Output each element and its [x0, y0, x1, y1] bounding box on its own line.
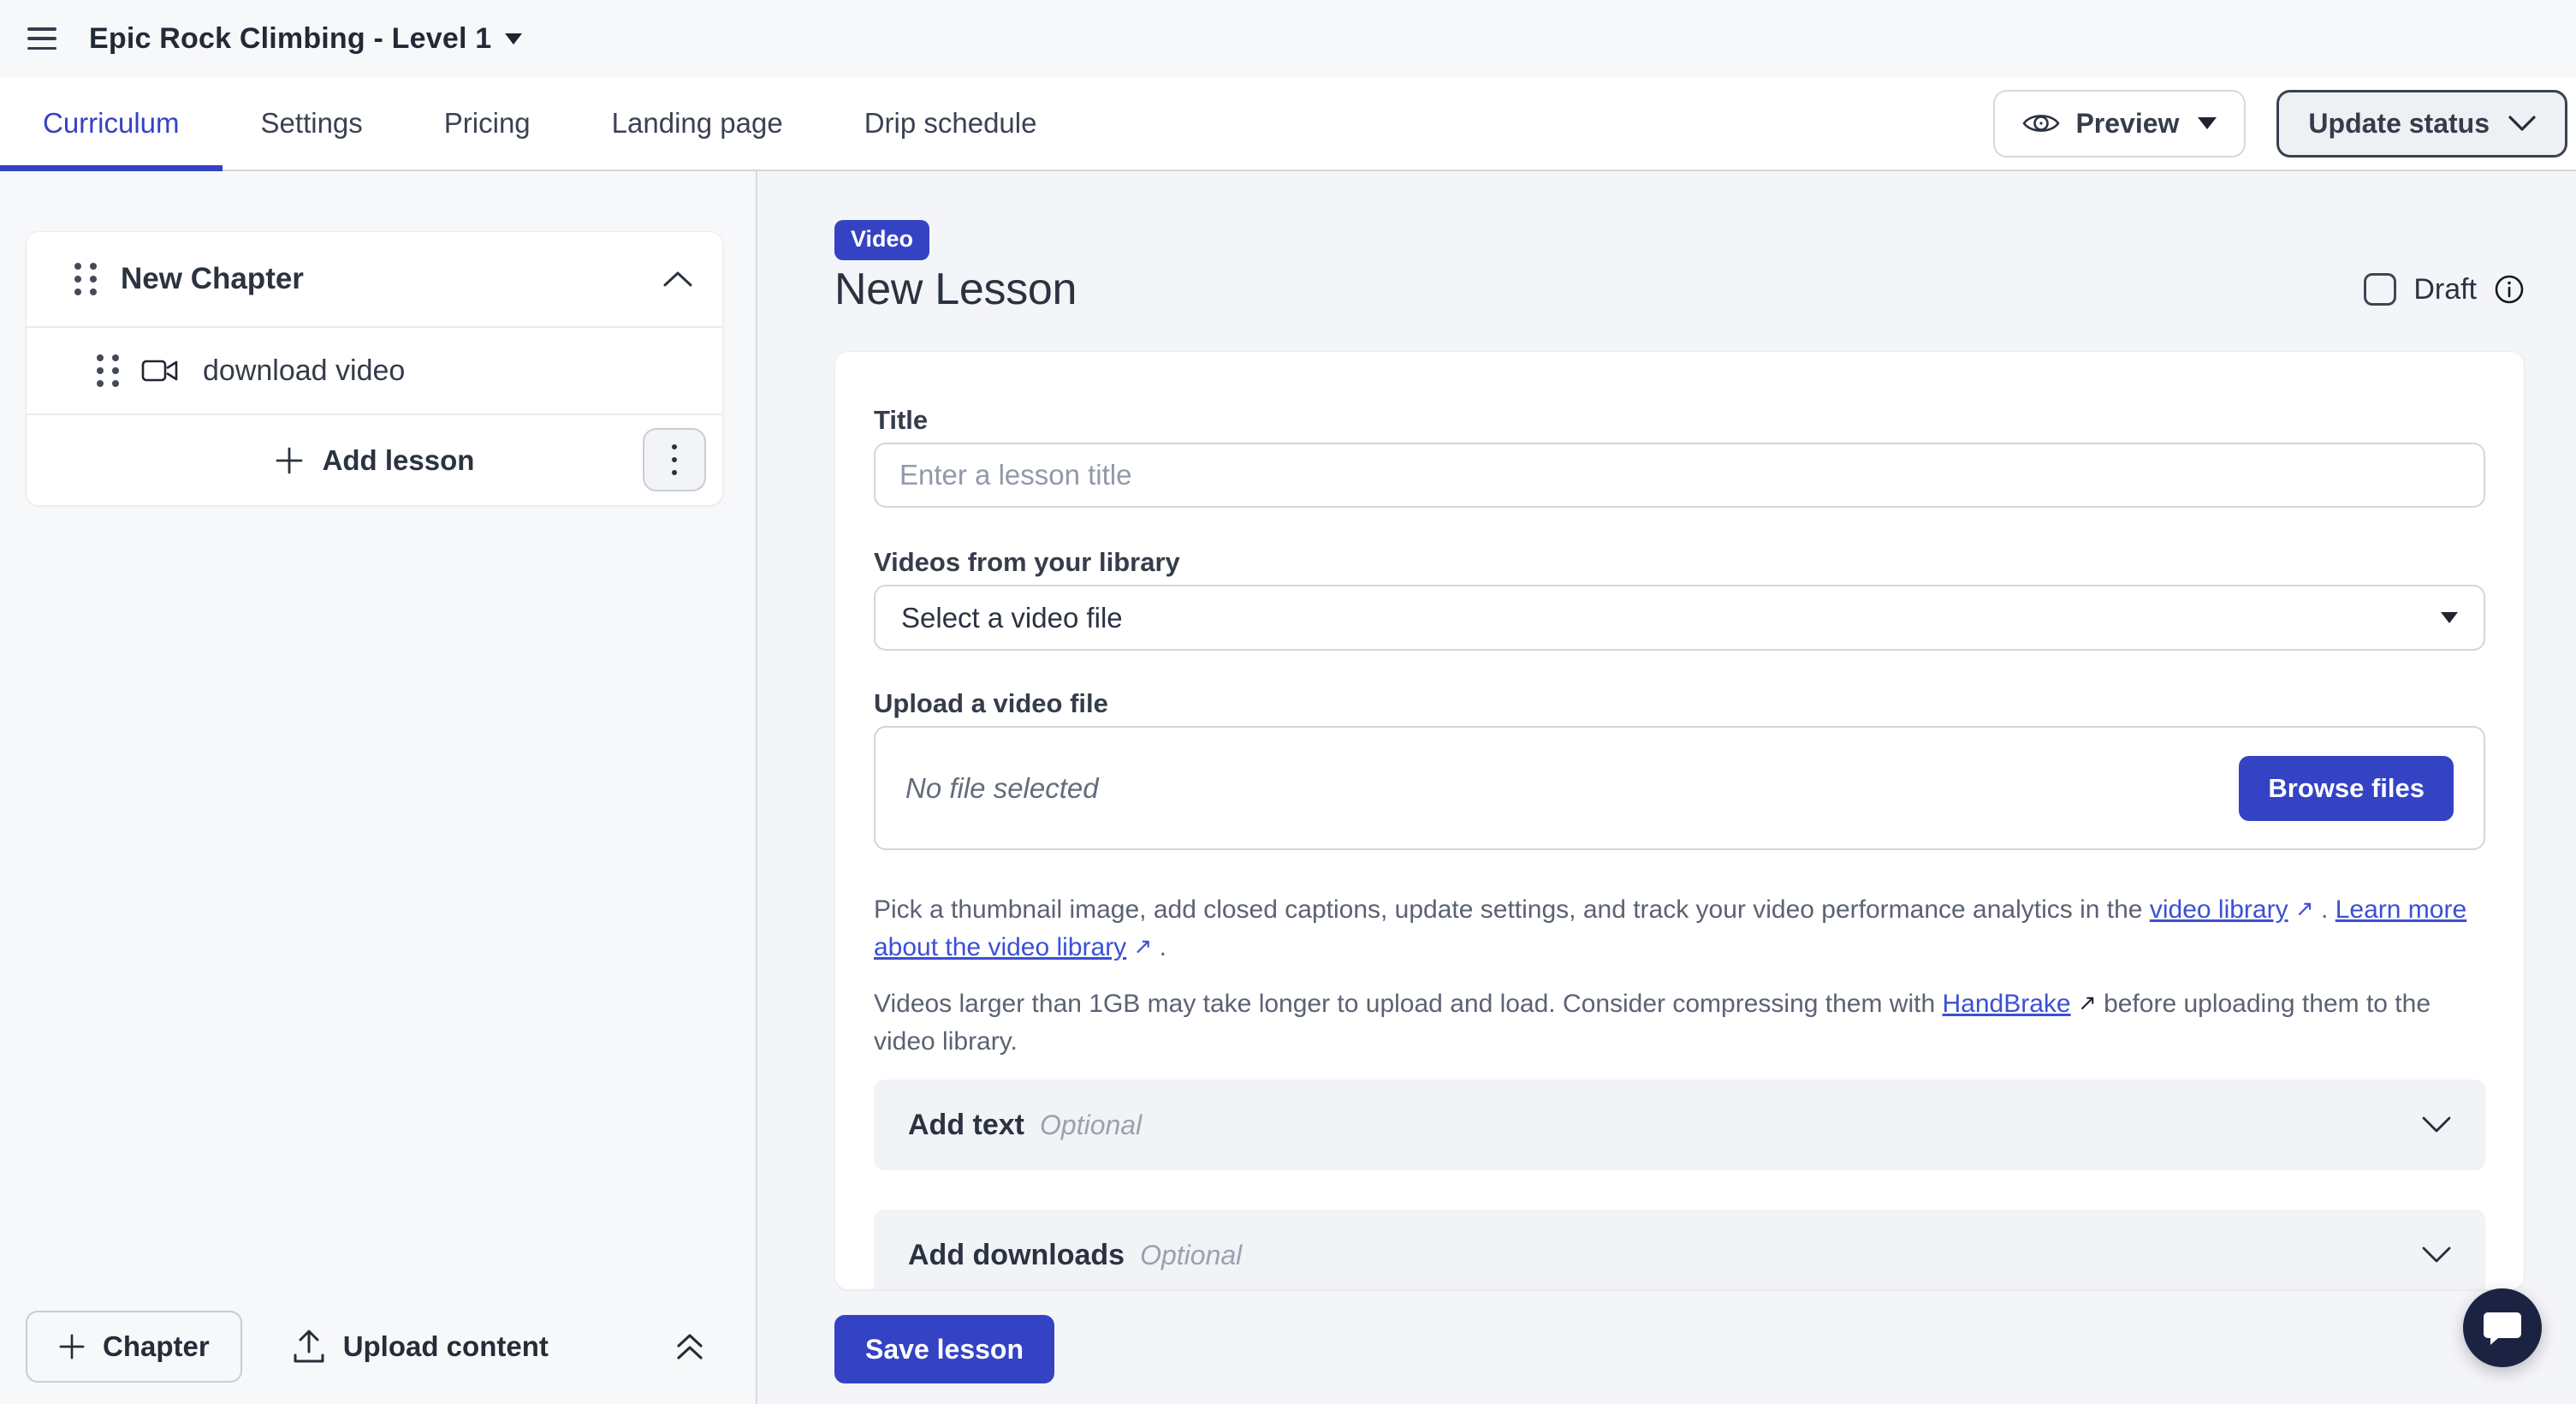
browse-files-button[interactable]: Browse files [2239, 756, 2454, 821]
tab-curriculum[interactable]: Curriculum [43, 107, 180, 140]
curriculum-sidebar: New Chapter download video [0, 171, 757, 1404]
draft-toggle-group: Draft [2364, 273, 2525, 306]
select-caret-icon [2441, 612, 2458, 623]
optional-tag: Optional [1040, 1110, 1142, 1141]
compression-help-text: Videos larger than 1GB may take longer t… [874, 985, 2485, 1061]
tab-bar: Curriculum Settings Pricing Landing page… [0, 77, 2576, 171]
active-tab-underline [0, 165, 223, 171]
course-switcher-caret-icon[interactable] [505, 33, 522, 45]
plus-icon [58, 1333, 86, 1360]
drag-handle-icon[interactable] [74, 263, 97, 295]
eye-icon [2022, 110, 2060, 137]
hamburger-menu-icon[interactable] [27, 27, 56, 50]
draft-checkbox[interactable] [2364, 273, 2396, 306]
collapse-all-icon[interactable] [674, 1330, 706, 1363]
add-lesson-button[interactable]: Add lesson [323, 444, 475, 477]
video-library-select[interactable]: Select a video file [874, 585, 2485, 651]
chat-widget-button[interactable] [2463, 1288, 2542, 1367]
video-library-select-value: Select a video file [901, 602, 1123, 634]
preview-caret-icon [2198, 117, 2217, 129]
video-camera-icon [141, 358, 179, 384]
add-text-section[interactable]: Add text Optional [874, 1080, 2485, 1170]
external-link-icon: ↗ [2295, 889, 2314, 927]
lesson-type-badge: Video [834, 220, 929, 260]
upload-content-button[interactable]: Upload content [292, 1329, 549, 1365]
add-downloads-label: Add downloads [908, 1239, 1125, 1272]
chapter-header[interactable]: New Chapter [27, 232, 722, 326]
add-chapter-button[interactable]: Chapter [26, 1311, 242, 1383]
plus-icon [275, 446, 304, 475]
handbrake-link[interactable]: HandBrake [1943, 990, 2071, 1018]
lesson-form-card: Title Videos from your library Select a … [834, 351, 2525, 1290]
tab-settings[interactable]: Settings [261, 107, 363, 140]
course-title[interactable]: Epic Rock Climbing - Level 1 [89, 22, 491, 56]
sidebar-footer: Chapter Upload content [26, 1311, 706, 1383]
chevron-down-icon [2422, 1246, 2451, 1264]
preview-button[interactable]: Preview [1993, 90, 2246, 158]
chapter-card: New Chapter download video [26, 231, 723, 506]
tab-landing-page[interactable]: Landing page [612, 107, 783, 140]
upload-content-label: Upload content [343, 1330, 549, 1363]
optional-tag: Optional [1140, 1240, 1242, 1271]
preview-button-label: Preview [2075, 108, 2179, 140]
drag-handle-icon[interactable] [97, 354, 119, 387]
tabs: Curriculum Settings Pricing Landing page… [43, 107, 1036, 140]
save-lesson-button[interactable]: Save lesson [834, 1315, 1054, 1383]
lesson-title-input[interactable] [874, 443, 2485, 508]
file-upload-dropzone[interactable]: No file selected Browse files [874, 726, 2485, 850]
header-actions: Preview Update status [1993, 90, 2567, 158]
video-help-text: Pick a thumbnail image, add closed capti… [874, 891, 2485, 967]
chevron-down-icon [2422, 1116, 2451, 1133]
add-chapter-label: Chapter [103, 1330, 210, 1363]
add-text-label: Add text [908, 1109, 1024, 1142]
upload-field-label: Upload a video file [874, 688, 2485, 719]
chat-bubble-icon [2483, 1309, 2522, 1347]
chevron-up-icon[interactable] [662, 271, 693, 288]
no-file-text: No file selected [905, 772, 1099, 805]
library-field-label: Videos from your library [874, 547, 2485, 578]
external-link-icon: ↗ [2078, 984, 2097, 1021]
external-link-icon: ↗ [1134, 927, 1153, 965]
chapter-title: New Chapter [121, 262, 304, 296]
chevron-down-icon [2508, 116, 2536, 131]
lesson-title: download video [203, 354, 405, 388]
page-title: New Lesson [834, 264, 1077, 315]
add-lesson-row: Add lesson [27, 415, 722, 505]
add-downloads-section[interactable]: Add downloads Optional [874, 1210, 2485, 1290]
video-library-link[interactable]: video library [2150, 895, 2288, 924]
update-status-label: Update status [2308, 108, 2490, 140]
tab-drip-schedule[interactable]: Drip schedule [864, 107, 1037, 140]
chapter-options-kebab-button[interactable] [643, 428, 706, 491]
workspace: New Chapter download video [0, 171, 2576, 1404]
info-icon[interactable] [2494, 274, 2525, 305]
tab-pricing[interactable]: Pricing [444, 107, 531, 140]
draft-label: Draft [2413, 273, 2477, 306]
lesson-row[interactable]: download video [27, 328, 722, 413]
upload-icon [292, 1329, 326, 1365]
title-field-label: Title [874, 405, 2485, 436]
update-status-button[interactable]: Update status [2276, 90, 2567, 158]
lesson-editor: Video New Lesson Draft Title [757, 171, 2576, 1404]
top-bar: Epic Rock Climbing - Level 1 [0, 0, 2576, 77]
